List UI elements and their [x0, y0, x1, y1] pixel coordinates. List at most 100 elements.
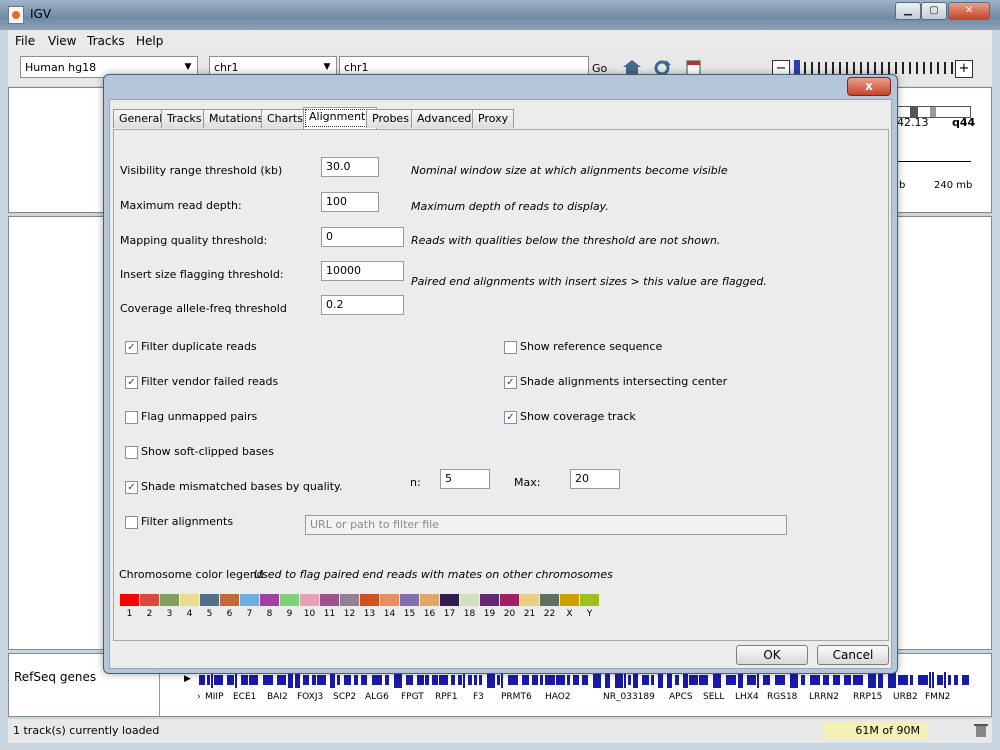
gene-label-nr_033189[interactable]: NR_033189: [603, 692, 655, 702]
legend-swatch-8: [260, 594, 279, 606]
show-coverage-checkbox[interactable]: ✓: [504, 411, 517, 424]
expand-track-icon[interactable]: ▶: [184, 674, 191, 684]
gene-exon: [747, 675, 756, 685]
gene-label-hao2[interactable]: HAO2: [545, 692, 571, 702]
max-quality-label: Max:: [514, 476, 541, 489]
gene-label-urb2[interactable]: URB2: [893, 692, 918, 702]
locus-input-value: chr1: [344, 61, 369, 74]
gene-label-scp2[interactable]: SCP2: [333, 692, 356, 702]
preferences-dialog: x General Tracks Mutations Charts Alignm…: [103, 74, 898, 674]
visibility-range-label: Visibility range threshold (kb): [120, 164, 283, 177]
menu-view[interactable]: View: [48, 34, 76, 48]
gene-label-prmt6[interactable]: PRMT6: [501, 692, 532, 702]
legend-swatch-10: [300, 594, 319, 606]
gene-exon: [667, 672, 672, 688]
gene-label-lhx4[interactable]: LHX4: [735, 692, 759, 702]
trash-icon[interactable]: [974, 722, 988, 738]
app-icon: [8, 6, 24, 24]
zoom-tick: [867, 62, 869, 74]
max-read-depth-input[interactable]: 100: [321, 192, 379, 212]
flag-unmapped-checkbox[interactable]: [125, 411, 138, 424]
close-window-button[interactable]: ✕: [948, 2, 990, 20]
insert-size-input[interactable]: 10000: [321, 261, 404, 281]
gene-exon: [962, 675, 969, 685]
legend-swatch-20: [500, 594, 519, 606]
tab-charts[interactable]: Charts: [261, 109, 309, 128]
gene-exon: [417, 675, 424, 685]
gene-label-lrrn2[interactable]: LRRN2: [809, 692, 839, 702]
legend-label-7: 7: [246, 609, 253, 619]
legend-swatch-22: [540, 594, 559, 606]
legend-label-20: 20: [503, 609, 516, 619]
gene-label-rpf1[interactable]: RPF1: [435, 692, 458, 702]
gene-label-sell[interactable]: SELL: [703, 692, 724, 702]
shade-center-checkbox[interactable]: ✓: [504, 376, 517, 389]
tab-tracks[interactable]: Tracks: [161, 109, 208, 128]
gene-exon: [801, 675, 805, 685]
ok-button[interactable]: OK: [736, 645, 808, 665]
gene-label-miip[interactable]: MIIP: [205, 692, 224, 702]
legend-label-22: 22: [543, 609, 556, 619]
menu-file[interactable]: File: [15, 34, 35, 48]
legend-label-16: 16: [423, 609, 436, 619]
legend-swatch-13: [360, 594, 379, 606]
legend-swatch-6: [220, 594, 239, 606]
gene-label-fmn2[interactable]: FMN2: [925, 692, 950, 702]
filter-vendor-failed-checkbox[interactable]: ✓: [125, 376, 138, 389]
band-label: 42.13: [897, 116, 929, 129]
menu-tracks[interactable]: Tracks: [87, 34, 125, 48]
gene-exon: [451, 675, 455, 685]
max-quality-input[interactable]: 20: [570, 469, 620, 489]
gene-label-rgs18[interactable]: RGS18: [767, 692, 797, 702]
minimize-button[interactable]: ▁: [895, 2, 921, 20]
gene-label-alg6[interactable]: ALG6: [365, 692, 389, 702]
gene-exon: [726, 675, 736, 685]
tab-probes[interactable]: Probes: [366, 109, 415, 128]
legend-label-14: 14: [383, 609, 396, 619]
gene-exon: [277, 675, 286, 685]
maximize-button[interactable]: ▢: [921, 2, 947, 20]
zoom-tick: [853, 62, 855, 74]
cancel-button[interactable]: Cancel: [817, 645, 889, 665]
gene-exon: [474, 675, 477, 685]
zoom-in-button[interactable]: +: [955, 60, 973, 78]
filter-duplicate-checkbox[interactable]: ✓: [125, 341, 138, 354]
close-dialog-button[interactable]: x: [847, 77, 891, 96]
filter-file-input[interactable]: URL or path to filter file: [305, 515, 787, 535]
zoom-tick: [909, 62, 911, 74]
zoom-tick: [874, 62, 876, 74]
menu-help[interactable]: Help: [136, 34, 163, 48]
legend-swatch-Y: [580, 594, 599, 606]
mapping-quality-input[interactable]: 0: [321, 227, 404, 247]
legend-label-18: 18: [463, 609, 476, 619]
visibility-range-input[interactable]: 30.0: [321, 157, 379, 177]
legend-swatch-16: [420, 594, 439, 606]
coverage-allele-input[interactable]: 0.2: [321, 295, 404, 315]
legend-swatch-1: [120, 594, 139, 606]
tab-mutations[interactable]: Mutations: [203, 109, 270, 128]
min-quality-input[interactable]: 5: [440, 469, 490, 489]
filter-alignments-checkbox[interactable]: [125, 516, 138, 529]
min-quality-label: n:: [410, 476, 421, 489]
legend-swatch-5: [200, 594, 219, 606]
tab-advanced[interactable]: Advanced: [411, 109, 478, 128]
shade-mismatched-label: Shade mismatched bases by quality.: [141, 480, 343, 493]
legend-label-9: 9: [286, 609, 293, 619]
gene-exon: [227, 675, 234, 685]
gene-label-ece1[interactable]: ECE1: [233, 692, 256, 702]
shade-mismatched-checkbox[interactable]: ✓: [125, 481, 138, 494]
gene-label-apcs[interactable]: APCS: [669, 692, 693, 702]
gene-label-foxj3[interactable]: FOXJ3: [297, 692, 323, 702]
zoom-tick: [937, 62, 939, 74]
show-reference-checkbox[interactable]: [504, 341, 517, 354]
gene-label-f3[interactable]: F3: [473, 692, 484, 702]
mapping-quality-desc: Reads with qualities below the threshold…: [411, 234, 721, 247]
gene-label-fpgt[interactable]: FPGT: [401, 692, 424, 702]
gene-features[interactable]: [199, 672, 979, 688]
gene-exon: [439, 675, 448, 685]
tab-proxy[interactable]: Proxy: [472, 109, 515, 128]
gene-label-bai2[interactable]: BAI2: [267, 692, 288, 702]
gene-label-rrp15[interactable]: RRP15: [853, 692, 882, 702]
show-soft-clipped-checkbox[interactable]: [125, 446, 138, 459]
zoom-tick: [811, 62, 813, 74]
